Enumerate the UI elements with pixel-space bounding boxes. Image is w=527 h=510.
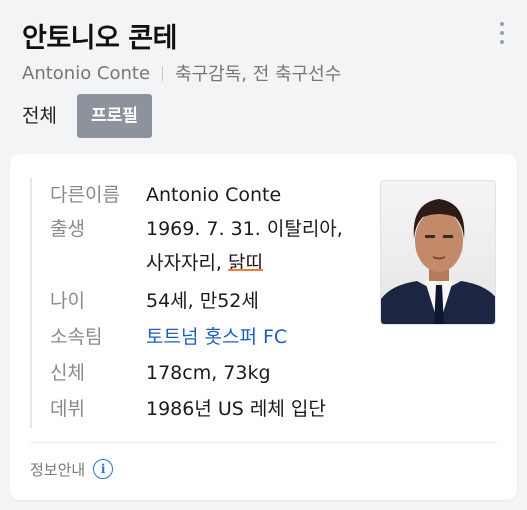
zodiac-link[interactable]: 닭띠 xyxy=(228,252,263,274)
info-guide: 정보안내 i xyxy=(30,454,114,484)
profile-card: 다른이름 Antonio Conte 출생 1969. 7. 31. 이탈리아,… xyxy=(10,154,517,500)
page-title: 안토니오 콘테 xyxy=(22,23,177,54)
info-label: 나이 xyxy=(50,290,85,312)
tab-bar: 전체 프로필 xyxy=(22,94,152,138)
english-name: Antonio Conte xyxy=(22,62,151,84)
info-icon[interactable]: i xyxy=(93,459,114,479)
birth-line-2: 사자자리, xyxy=(146,252,228,274)
info-value: 1986년 US 레체 입단 xyxy=(146,398,326,420)
tab-all[interactable]: 전체 xyxy=(22,94,57,138)
info-value: 178cm, 73kg xyxy=(146,362,271,384)
header: 안토니오 콘테 Antonio Conte 축구감독, 전 축구선수 전체 프로… xyxy=(0,0,527,150)
portrait-image xyxy=(381,181,495,324)
info-label: 출생 xyxy=(50,218,85,240)
role-text: 축구감독, 전 축구선수 xyxy=(175,64,342,85)
profile-photo[interactable] xyxy=(380,180,496,325)
info-label: 소속팀 xyxy=(50,326,103,348)
subtitle-divider xyxy=(162,65,164,81)
info-value: Antonio Conte xyxy=(146,184,282,206)
info-value: 1969. 7. 31. 이탈리아, 사자자리, 닭띠 xyxy=(146,212,343,280)
subtitle: Antonio Conte 축구감독, 전 축구선수 xyxy=(22,60,341,86)
team-link[interactable]: 토트넘 홋스퍼 FC xyxy=(146,320,287,354)
more-vertical-icon[interactable] xyxy=(496,22,508,44)
info-guide-label: 정보안내 xyxy=(30,460,86,479)
birth-line-1: 1969. 7. 31. 이탈리아, xyxy=(146,218,343,240)
info-label: 신체 xyxy=(50,362,85,384)
info-value: 54세, 만52세 xyxy=(146,290,259,312)
tab-profile[interactable]: 프로필 xyxy=(76,94,152,138)
profile-info-list: 다른이름 Antonio Conte 출생 1969. 7. 31. 이탈리아,… xyxy=(30,178,360,428)
info-label: 데뷔 xyxy=(50,398,85,420)
info-label: 다른이름 xyxy=(50,184,120,206)
card-divider xyxy=(30,442,497,443)
